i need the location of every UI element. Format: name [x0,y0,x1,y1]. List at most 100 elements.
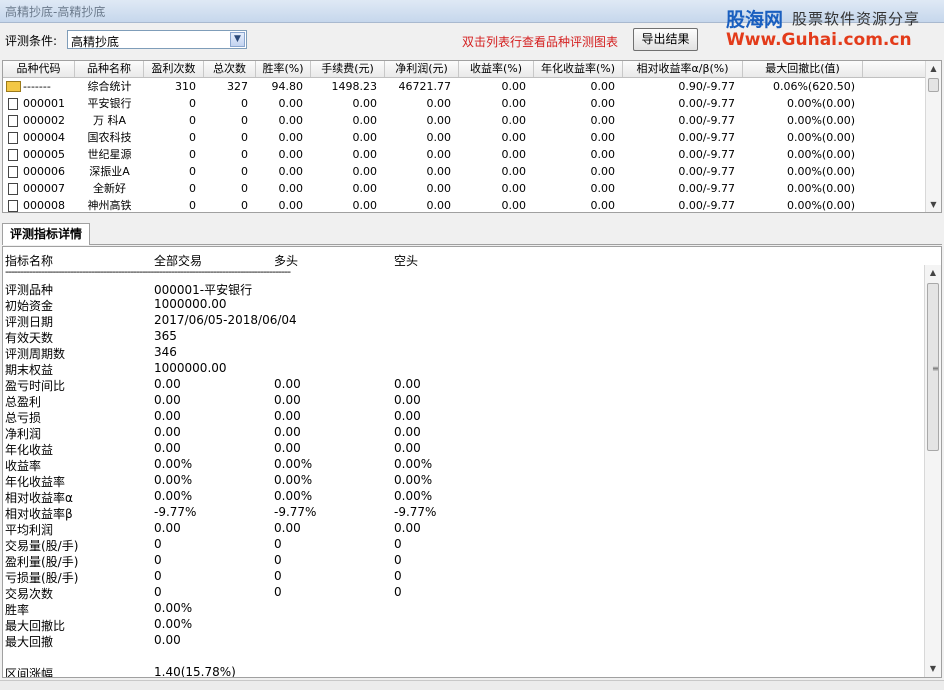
results-table[interactable]: 品种代码 品种名称 盈利次数 总次数 胜率(%) 手续费(元) 净利润(元) 收益率(%) 年化… [2,60,942,213]
tab-detail[interactable]: 评测指标详情 [2,223,90,245]
detail-value: 0.00 [274,425,301,439]
chevron-down-icon[interactable]: ▼ [230,32,245,47]
table-row[interactable]: 000001 平安银行 0 0 0.00 0.00 0.00 0.00 0.00 0.00/-9.… [3,95,928,112]
document-icon [8,115,18,127]
detail-metric-name: 交易次数 [5,587,54,601]
column-header[interactable]: 收益率(%) [459,61,534,77]
table-cell: 000002 [23,114,65,127]
table-cell: 000007 [23,182,65,195]
table-cell: 0.00/-9.77 [678,199,735,212]
detail-row: 交易量(股/手) 0 0 0 [3,537,903,553]
column-header[interactable]: 胜率(%) [256,61,311,77]
table-row[interactable]: 000002 万 科A 0 0 0.00 0.00 0.00 0.00 0.00 0.00/-9.… [3,112,928,129]
table-cell: 0 [189,97,196,110]
table-cell: 0 [241,148,248,161]
detail-metric-name: 相对收益率β [5,507,73,521]
table-cell: 0.00 [278,97,304,110]
detail-value: 0 [274,585,282,599]
table-cell: 0.00 [501,114,527,127]
tab-divider [90,244,942,245]
column-header[interactable]: 年化收益率(%) [534,61,623,77]
summary-row[interactable]: ------- 综合统计 310 327 94.80 1498.23 46721.77 0.0… [3,78,928,95]
table-body[interactable]: ------- 综合统计 310 327 94.80 1498.23 46721.77 0.0… [3,78,928,212]
detail-row: 总盈利 0.00 0.00 0.00 [3,393,903,409]
table-cell: 000008 [23,199,65,212]
scroll-thumb[interactable] [928,78,939,92]
table-cell: 0.00 [501,182,527,195]
table-cell: 国农科技 [87,131,132,144]
column-header[interactable]: 最大回撤比(值) [743,61,863,77]
export-button[interactable]: 导出结果 [633,28,698,51]
detail-metric-name: 评测日期 [5,315,54,329]
detail-value: 0 [154,553,162,567]
detail-metric-name: 最大回撤比 [5,619,66,633]
detail-value: 0.00% [154,473,193,487]
table-cell: 0.00 [278,131,304,144]
table-row[interactable]: 000006 深振业A 0 0 0.00 0.00 0.00 0.00 0.00 0.00/-9.… [3,163,928,180]
detail-row: 盈利量(股/手) 0 0 0 [3,553,903,569]
detail-value: 0 [154,537,162,551]
table-cell: 0.00 [590,199,616,212]
summary-icon [6,81,21,92]
column-header[interactable]: 净利润(元) [385,61,459,77]
detail-row: 胜率 0.00% [3,601,903,617]
detail-row: 评测日期 2017/06/05-2018/06/04 [3,313,903,329]
detail-metric-name: 初始资金 [5,299,54,313]
detail-value: 0.00 [154,377,181,391]
scroll-thumb[interactable]: ≡ [927,283,939,451]
table-cell: 0 [241,114,248,127]
detail-metric-name: 盈利量(股/手) [5,555,79,569]
detail-value: 0 [154,585,162,599]
detail-value: 0.00% [274,457,313,471]
table-row[interactable]: 000007 全新好 0 0 0.00 0.00 0.00 0.00 0.00 0.00/-9.7… [3,180,928,197]
detail-row: 评测品种 000001-平安银行 [3,281,903,297]
detail-value: 0 [394,585,402,599]
table-row[interactable]: 000008 神州高铁 0 0 0.00 0.00 0.00 0.00 0.00 0.00/-9.… [3,197,928,212]
table-cell: 0.00 [590,148,616,161]
column-header[interactable]: 品种代码 [3,61,75,77]
document-icon [8,132,18,144]
detail-row: 亏损量(股/手) 0 0 0 [3,569,903,585]
table-cell: 0.00 [501,148,527,161]
table-cell: 0.00 [426,131,452,144]
detail-row: 相对收益率α 0.00% 0.00% 0.00% [3,489,903,505]
table-cell: 0.00 [352,131,378,144]
table-row[interactable]: 000004 国农科技 0 0 0.00 0.00 0.00 0.00 0.00 0.00/-9.… [3,129,928,146]
column-header[interactable]: 总次数 [204,61,256,77]
table-cell: 0.00 [352,199,378,212]
column-header[interactable]: 手续费(元) [311,61,385,77]
table-cell: 0.00/-9.77 [678,114,735,127]
table-cell: 0 [241,131,248,144]
detail-value: 0.00 [154,521,181,535]
table-row[interactable]: 000005 世纪星源 0 0 0.00 0.00 0.00 0.00 0.00 0.00/-9.… [3,146,928,163]
detail-value: 0.00% [154,617,193,631]
table-cell: 0.00 [590,182,616,195]
table-cell: 0 [189,131,196,144]
scroll-up-icon[interactable]: ▲ [926,61,941,76]
detail-value: -9.77% [394,505,437,519]
detail-row: 区间涨幅 1.40(15.78%) [3,665,903,677]
detail-value: 0.00 [274,521,301,535]
scroll-down-icon[interactable]: ▼ [925,661,941,677]
detail-panel: 指标名称 全部交易 多头 空头 ------------------------… [2,246,942,678]
column-header[interactable]: 盈利次数 [144,61,204,77]
detail-value: 0 [394,569,402,583]
detail-value: 0.00 [274,441,301,455]
table-cell: 0.00/-9.77 [678,165,735,178]
detail-value: 0.00 [154,633,181,647]
table-cell: 0 [189,182,196,195]
detail-row: 净利润 0.00 0.00 0.00 [3,425,903,441]
detail-value: 0 [394,553,402,567]
column-header[interactable]: 相对收益率α/β(%) [623,61,743,77]
condition-select[interactable]: 高精抄底 ▼ [67,30,247,49]
detail-metric-name: 交易量(股/手) [5,539,79,553]
scroll-up-icon[interactable]: ▲ [925,265,941,281]
detail-row: 年化收益 0.00 0.00 0.00 [3,441,903,457]
detail-value: 0.00 [154,393,181,407]
table-scrollbar[interactable]: ▲ ▼ [925,61,941,212]
scroll-down-icon[interactable]: ▼ [926,197,941,212]
brand-watermark: 股海网 股票软件资源分享 Www.Guhai.com.cn [722,3,944,55]
detail-metric-name: 评测品种 [5,283,54,297]
column-header[interactable]: 品种名称 [75,61,144,77]
detail-scrollbar[interactable]: ▲ ≡ ▼ [924,265,941,677]
